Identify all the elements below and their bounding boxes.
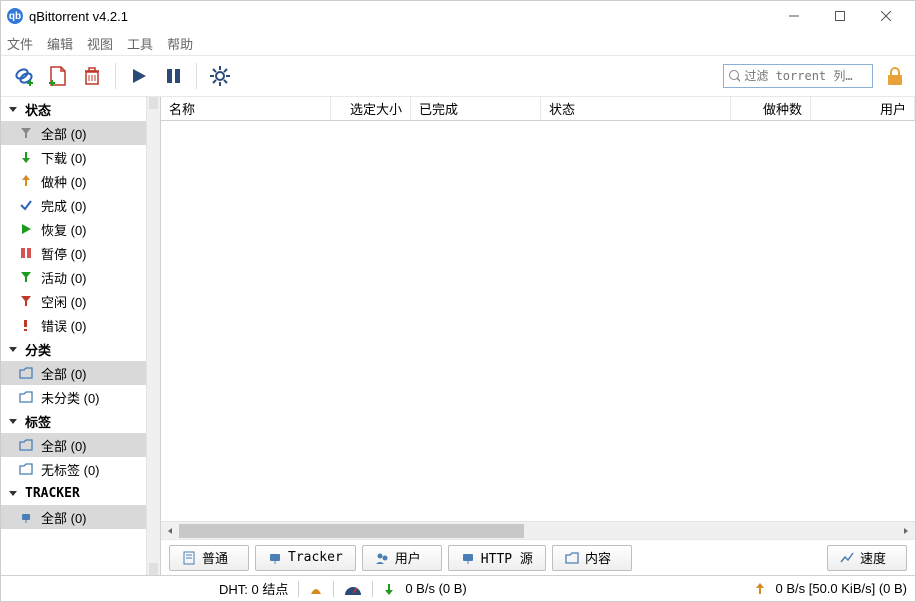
tracker-all[interactable]: 全部 (0) bbox=[1, 505, 146, 529]
filter-active[interactable]: 活动 (0) bbox=[1, 265, 146, 289]
tag-untagged[interactable]: 无标签 (0) bbox=[1, 457, 146, 481]
maximize-button[interactable] bbox=[817, 1, 863, 31]
delete-button[interactable] bbox=[77, 61, 107, 91]
filter-box[interactable] bbox=[723, 64, 873, 88]
close-button[interactable] bbox=[863, 1, 909, 31]
resume-button[interactable] bbox=[124, 61, 154, 91]
tab-peers[interactable]: 用户 bbox=[362, 545, 442, 571]
menu-view[interactable]: 视图 bbox=[87, 34, 113, 53]
folder-icon bbox=[19, 390, 33, 404]
dht-status: DHT: 0 结点 bbox=[219, 579, 288, 598]
chevron-down-icon bbox=[7, 487, 19, 499]
category-all[interactable]: 全部 (0) bbox=[1, 361, 146, 385]
upload-arrow-icon bbox=[754, 583, 766, 595]
upload-icon bbox=[19, 174, 33, 188]
col-seeds[interactable]: 做种数 bbox=[731, 97, 811, 120]
filter-downloading[interactable]: 下载 (0) bbox=[1, 145, 146, 169]
col-done[interactable]: 已完成 bbox=[411, 97, 541, 120]
firewall-icon bbox=[309, 582, 323, 596]
menu-tools[interactable]: 工具 bbox=[127, 34, 153, 53]
funnel-icon bbox=[19, 126, 33, 140]
horizontal-scrollbar[interactable] bbox=[161, 521, 915, 539]
section-status-label: 状态 bbox=[25, 100, 51, 119]
toolbar bbox=[1, 55, 915, 97]
section-categories[interactable]: 分类 bbox=[1, 337, 146, 361]
funnel-active-icon bbox=[19, 270, 33, 284]
tracker-icon bbox=[268, 551, 282, 565]
pause-button[interactable] bbox=[158, 61, 188, 91]
folder-icon bbox=[19, 366, 33, 380]
tab-content[interactable]: 内容 bbox=[552, 545, 632, 571]
sidebar-scrollbar[interactable] bbox=[146, 97, 160, 575]
filter-paused[interactable]: 暂停 (0) bbox=[1, 241, 146, 265]
tag-all[interactable]: 全部 (0) bbox=[1, 433, 146, 457]
title-bar: qb qBittorrent v4.2.1 bbox=[1, 1, 915, 31]
col-name[interactable]: 名称 bbox=[161, 97, 331, 120]
col-peers[interactable]: 用户 bbox=[811, 97, 915, 120]
funnel-inactive-icon bbox=[19, 294, 33, 308]
search-icon bbox=[728, 69, 740, 83]
section-status[interactable]: 状态 bbox=[1, 97, 146, 121]
check-icon bbox=[19, 198, 33, 212]
http-icon bbox=[461, 551, 475, 565]
minimize-button[interactable] bbox=[771, 1, 817, 31]
chevron-down-icon bbox=[7, 415, 19, 427]
tab-general[interactable]: 普通 bbox=[169, 545, 249, 571]
download-arrow-icon bbox=[383, 583, 395, 595]
window-title: qBittorrent v4.2.1 bbox=[29, 9, 128, 24]
menu-edit[interactable]: 编辑 bbox=[47, 34, 73, 53]
detail-tabs: 普通 Tracker 用户 HTTP 源 内容 速度 bbox=[161, 539, 915, 575]
add-link-button[interactable] bbox=[9, 61, 39, 91]
status-bar: DHT: 0 结点 0 B/s (0 B) 0 B/s [50.0 KiB/s]… bbox=[1, 575, 915, 601]
filter-all[interactable]: 全部 (0) bbox=[1, 121, 146, 145]
download-icon bbox=[19, 150, 33, 164]
tab-speed[interactable]: 速度 bbox=[827, 545, 907, 571]
scroll-left-icon[interactable] bbox=[161, 523, 179, 539]
scroll-right-icon[interactable] bbox=[897, 523, 915, 539]
tab-tracker[interactable]: Tracker bbox=[255, 545, 356, 571]
scrollbar-thumb[interactable] bbox=[179, 524, 524, 538]
torrent-pane: 名称 选定大小 已完成 状态 做种数 用户 普通 Tracker bbox=[161, 97, 915, 575]
category-uncategorized[interactable]: 未分类 (0) bbox=[1, 385, 146, 409]
lock-icon[interactable] bbox=[883, 64, 907, 88]
tracker-icon bbox=[19, 510, 33, 524]
chevron-down-icon bbox=[7, 103, 19, 115]
filter-input[interactable] bbox=[744, 69, 868, 83]
tab-http[interactable]: HTTP 源 bbox=[448, 545, 546, 571]
filter-errored[interactable]: 错误 (0) bbox=[1, 313, 146, 337]
play-icon bbox=[19, 222, 33, 236]
menu-help[interactable]: 帮助 bbox=[167, 34, 193, 53]
sidebar: 状态 全部 (0) 下载 (0) 做种 (0) 完成 (0) 恢复 (0) bbox=[1, 97, 161, 575]
download-speed: 0 B/s (0 B) bbox=[405, 581, 466, 596]
folder-icon bbox=[19, 462, 33, 476]
settings-button[interactable] bbox=[205, 61, 235, 91]
peers-icon bbox=[375, 551, 389, 565]
filter-seeding[interactable]: 做种 (0) bbox=[1, 169, 146, 193]
column-headers: 名称 选定大小 已完成 状态 做种数 用户 bbox=[161, 97, 915, 121]
col-status[interactable]: 状态 bbox=[541, 97, 731, 120]
document-icon bbox=[182, 551, 196, 565]
section-tracker[interactable]: TRACKER bbox=[1, 481, 146, 505]
menu-bar: 文件 编辑 视图 工具 帮助 bbox=[1, 31, 915, 55]
torrent-list[interactable] bbox=[161, 121, 915, 521]
menu-file[interactable]: 文件 bbox=[7, 34, 33, 53]
pause-icon bbox=[19, 246, 33, 260]
add-file-button[interactable] bbox=[43, 61, 73, 91]
folder-icon bbox=[565, 551, 579, 565]
error-icon bbox=[19, 318, 33, 332]
speed-limit-icon[interactable] bbox=[344, 582, 362, 596]
app-logo: qb bbox=[7, 8, 23, 24]
chevron-down-icon bbox=[7, 343, 19, 355]
col-size[interactable]: 选定大小 bbox=[331, 97, 411, 120]
section-tags[interactable]: 标签 bbox=[1, 409, 146, 433]
upload-speed: 0 B/s [50.0 KiB/s] (0 B) bbox=[776, 581, 908, 596]
chart-icon bbox=[840, 551, 854, 565]
filter-inactive[interactable]: 空闲 (0) bbox=[1, 289, 146, 313]
filter-resumed[interactable]: 恢复 (0) bbox=[1, 217, 146, 241]
filter-completed[interactable]: 完成 (0) bbox=[1, 193, 146, 217]
folder-icon bbox=[19, 438, 33, 452]
